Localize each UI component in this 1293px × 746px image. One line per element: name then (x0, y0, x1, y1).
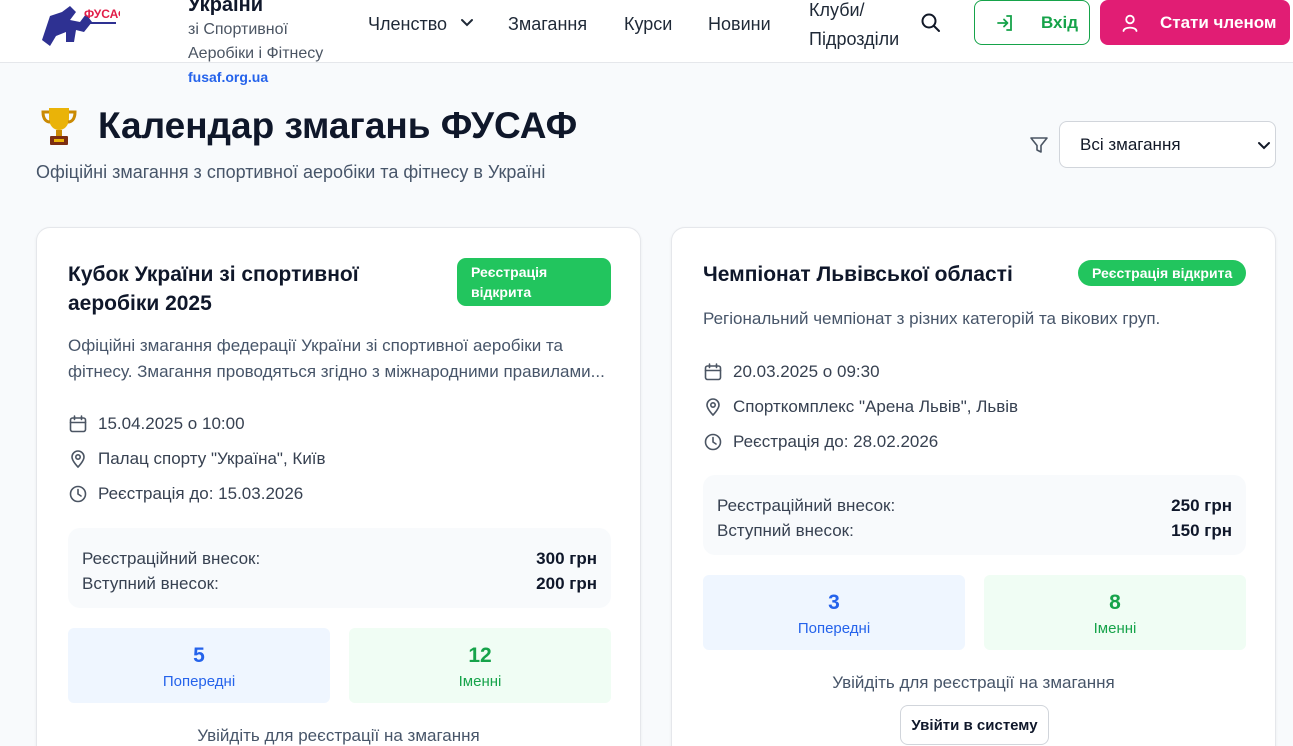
competition-filter-select[interactable]: Всі змагання (1059, 121, 1276, 168)
competition-date: 15.04.2025 о 10:00 (68, 414, 245, 434)
clock-icon (69, 485, 87, 503)
location-text: Спорткомплекс "Арена Львів", Львів (733, 397, 1019, 416)
preliminary-count: 5 (193, 644, 205, 667)
clock-icon (704, 433, 722, 451)
deadline-text: Реєстрація до: 15.03.2026 (98, 484, 304, 503)
fee-row-registration: Реєстраційний внесок: 250 грн (717, 493, 1232, 518)
fee-row-entry: Вступний внесок: 200 грн (82, 571, 597, 596)
nav-news[interactable]: Новини (708, 12, 771, 36)
nav-courses[interactable]: Курси (624, 12, 672, 36)
location-text: Палац спорту "Україна", Київ (98, 449, 326, 468)
fee-amount: 300 грн (536, 549, 597, 568)
page-title: Календар змагань ФУСАФ (98, 105, 578, 146)
fee-amount: 150 грн (1171, 521, 1232, 540)
fee-label: Реєстраційний внесок: (82, 549, 261, 568)
competition-location: Спорткомплекс "Арена Львів", Львів (703, 397, 1018, 417)
page-subtitle: Офіційні змагання з спортивної аеробіки … (36, 162, 546, 182)
fee-label: Реєстраційний внесок: (717, 496, 896, 515)
nav-clubs[interactable]: Клуби/ Підрозділи (809, 0, 919, 54)
preliminary-label: Попередні (162, 673, 236, 690)
trophy-icon (41, 108, 77, 145)
competition-description: Офіційні змагання федерації України зі с… (68, 336, 605, 381)
chevron-down-icon (1258, 142, 1270, 150)
nav-membership[interactable]: Членство (368, 12, 447, 36)
status-badge: Реєстрація відкрита (1078, 260, 1247, 286)
map-pin-icon (71, 450, 85, 469)
named-label: Іменні (458, 673, 502, 690)
fee-label: Вступний внесок: (82, 574, 219, 593)
registration-deadline: Реєстрація до: 28.02.2026 (703, 432, 938, 452)
svg-text:ФУСАФ: ФУСАФ (84, 7, 120, 21)
filter-icon (1030, 137, 1048, 153)
nav-competitions[interactable]: Змагання (508, 12, 587, 36)
preliminary-count: 3 (828, 591, 840, 614)
competition-title: Кубок України зі спортивної аеробіки 202… (68, 263, 359, 315)
named-count: 8 (1109, 591, 1121, 614)
named-stat: 8 Іменні (984, 575, 1246, 650)
brand-url[interactable]: fusaf.org.ua (188, 66, 348, 88)
user-icon (1122, 14, 1138, 32)
fees-box: Реєстраційний внесок: 250 грн Вступний в… (703, 475, 1246, 555)
map-pin-icon (706, 398, 720, 417)
fee-row-registration: Реєстраційний внесок: 300 грн (82, 546, 597, 571)
fees-box: Реєстраційний внесок: 300 грн Вступний в… (68, 528, 611, 608)
competition-date: 20.03.2025 о 09:30 (703, 362, 880, 382)
fee-label: Вступний внесок: (717, 521, 854, 540)
registration-deadline: Реєстрація до: 15.03.2026 (68, 484, 303, 504)
competition-card: Чемпіонат Львівської області Реєстрація … (671, 227, 1276, 746)
login-label: Вхід (1041, 12, 1079, 32)
filter-selected-value: Всі змагання (1080, 134, 1181, 154)
fee-amount: 250 грн (1171, 496, 1232, 515)
named-stat: 12 Іменні (349, 628, 611, 703)
competition-title: Чемпіонат Львівської області (703, 263, 1013, 286)
brand-subtitle: зі Спортивної Аеробіки і Фітнесу (188, 21, 324, 62)
calendar-icon (704, 363, 722, 381)
join-label: Стати членом (1160, 12, 1277, 32)
login-system-button[interactable]: Увійти в систему (900, 705, 1049, 745)
preliminary-label: Попередні (797, 620, 871, 637)
fee-amount: 200 грн (536, 574, 597, 593)
brand-block: України зі Спортивної Аеробіки і Фітнесу… (188, 0, 348, 88)
competition-location: Палац спорту "Україна", Київ (68, 449, 326, 469)
login-hint: Увійдіть для реєстрації на змагання (832, 673, 1115, 692)
fusaf-logo[interactable]: ФУСАФ (40, 2, 120, 46)
preliminary-stat: 3 Попередні (703, 575, 965, 650)
fee-row-entry: Вступний внесок: 150 грн (717, 518, 1232, 543)
brand-title: України (188, 0, 264, 16)
date-text: 15.04.2025 о 10:00 (98, 414, 245, 433)
page-heading: Календар змагань ФУСАФ (40, 104, 577, 148)
preliminary-stat: 5 Попередні (68, 628, 330, 703)
chevron-down-icon[interactable] (459, 14, 475, 30)
competition-description: Регіональний чемпіонат з різних категорі… (703, 309, 1161, 328)
status-badge: Реєстрація відкрита (457, 258, 611, 306)
search-icon[interactable] (920, 12, 942, 34)
login-button[interactable]: Вхід (974, 0, 1090, 45)
login-hint: Увійдіть для реєстрації на змагання (197, 726, 480, 745)
named-label: Іменні (1093, 620, 1137, 637)
named-count: 12 (468, 644, 492, 667)
calendar-icon (69, 415, 87, 433)
competition-card: Кубок України зі спортивної аеробіки 202… (36, 227, 641, 746)
sign-in-icon (997, 14, 1012, 31)
deadline-text: Реєстрація до: 28.02.2026 (733, 432, 939, 451)
date-text: 20.03.2025 о 09:30 (733, 362, 880, 381)
site-header: ФУСАФ України зі Спортивної Аеробіки і Ф… (0, 0, 1293, 85)
join-button[interactable]: Стати членом (1100, 0, 1290, 45)
